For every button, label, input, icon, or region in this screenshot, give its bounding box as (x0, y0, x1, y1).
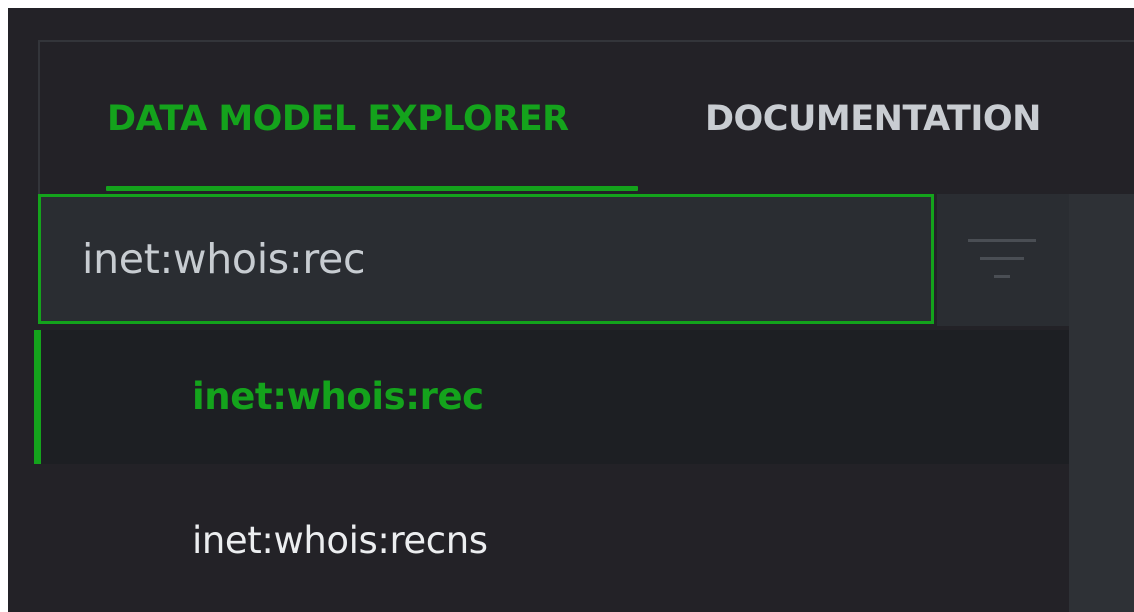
panel-top-border (38, 40, 1134, 42)
filter-icon[interactable] (964, 235, 1040, 285)
screen: DATA MODEL EXPLORER DOCUMENTATION inet:w… (0, 0, 1134, 612)
list-item-selected[interactable]: inet:whois:rec (34, 330, 1069, 464)
detail-pane (1069, 194, 1134, 612)
tab-data-model-explorer[interactable]: DATA MODEL EXPLORER (107, 94, 569, 144)
list-item-label: inet:whois:recns (192, 519, 488, 562)
tab-documentation[interactable]: DOCUMENTATION (705, 94, 1041, 144)
data-model-panel: DATA MODEL EXPLORER DOCUMENTATION inet:w… (8, 8, 1134, 612)
list-item[interactable]: inet:whois:recns (34, 474, 1069, 608)
search-input[interactable] (82, 219, 902, 299)
panel-left-border (38, 40, 40, 220)
list-item-label: inet:whois:rec (192, 375, 484, 418)
search-field[interactable] (38, 194, 934, 324)
filter-button[interactable] (937, 194, 1069, 326)
active-tab-indicator (106, 186, 638, 191)
selected-accent-bar (34, 330, 41, 464)
